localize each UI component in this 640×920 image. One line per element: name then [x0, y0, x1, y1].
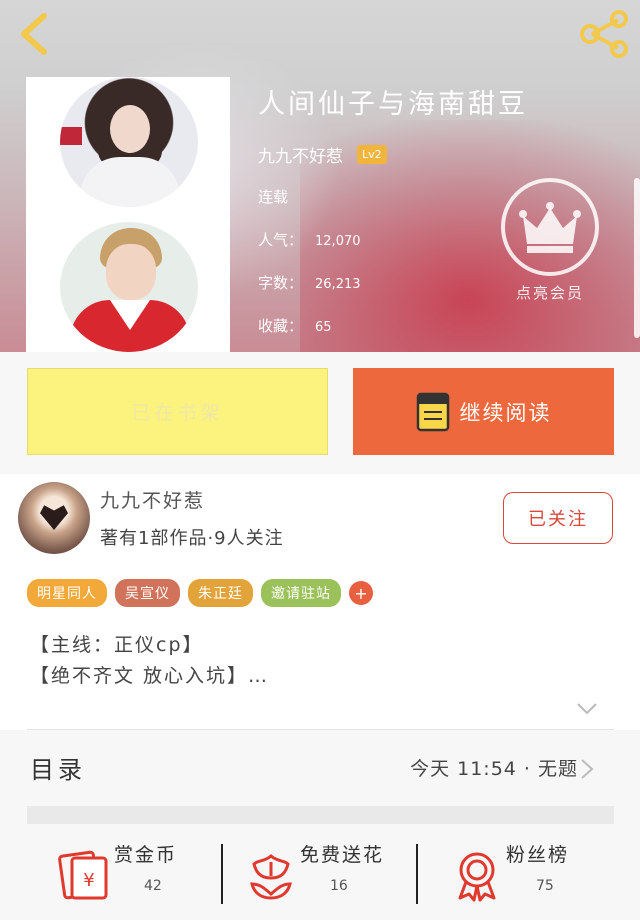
- fan-ranking-count: 75: [536, 878, 554, 894]
- favorites-label: 收藏：: [258, 317, 304, 335]
- add-tag-button[interactable]: +: [349, 581, 373, 605]
- in-bookshelf-button[interactable]: 已在书架: [27, 368, 328, 455]
- popularity-label: 人气：: [258, 231, 304, 249]
- cover-portrait-woman: [60, 77, 198, 207]
- reward-coins-button[interactable]: ¥ 赏金币 42: [58, 840, 248, 904]
- crown-icon: [501, 178, 599, 276]
- divider: [416, 844, 418, 904]
- back-button[interactable]: [14, 10, 58, 58]
- svg-text:¥: ¥: [83, 870, 94, 891]
- fan-ranking-label: 粉丝榜: [506, 844, 570, 866]
- book-header: 人间仙子与海南甜豆 九九不好惹 Lv2 连载 人气： 12,070 字数： 26,2…: [0, 0, 640, 352]
- continue-reading-label: 继续阅读: [459, 400, 552, 425]
- book-author-line: 九九不好惹 Lv2: [258, 142, 387, 167]
- action-bar: 已在书架 继续阅读: [0, 352, 640, 474]
- favorites-value: 65: [315, 320, 332, 335]
- vip-button[interactable]: 点亮会员: [500, 178, 600, 308]
- summary-line: 【绝不齐文 放心入坑】…: [30, 665, 270, 687]
- book-status: 连载: [258, 188, 289, 206]
- divider: [221, 844, 223, 904]
- author-stats: 著有1部作品·9人关注: [100, 528, 284, 549]
- send-flower-button[interactable]: 免费送花 16: [244, 840, 434, 904]
- popularity-row: 人气： 12,070: [258, 229, 361, 250]
- send-flower-label: 免费送花: [300, 844, 385, 866]
- tag-item[interactable]: 邀请驻站: [261, 579, 341, 607]
- scrollbar[interactable]: [634, 178, 640, 338]
- continue-reading-button[interactable]: 继续阅读: [353, 368, 614, 455]
- word-count-row: 字数： 26,213: [258, 272, 361, 293]
- fan-ranking-button[interactable]: 粉丝榜 75: [450, 840, 640, 904]
- author-name[interactable]: 九九不好惹: [100, 486, 205, 513]
- tag-item[interactable]: 明星同人: [27, 579, 107, 607]
- word-count-value: 26,213: [315, 277, 361, 292]
- medal-icon: [458, 852, 496, 902]
- tag-list: 明星同人 吴宣仪 朱正廷 邀请驻站 +: [0, 568, 640, 618]
- cover-portrait-man: [60, 222, 198, 352]
- latest-chapter: 今天 11:54 · 无题: [410, 758, 578, 780]
- book-cover[interactable]: [26, 77, 230, 352]
- catalog-title: 目录: [30, 756, 86, 784]
- tag-item[interactable]: 吴宣仪: [115, 579, 180, 607]
- chevron-right-icon: [581, 759, 594, 779]
- divider: [27, 806, 614, 824]
- follow-button[interactable]: 已关注: [503, 492, 613, 544]
- popularity-value: 12,070: [315, 234, 361, 249]
- chevron-down-icon[interactable]: [576, 702, 598, 716]
- reward-coins-label: 赏金币: [114, 844, 178, 866]
- reward-coins-count: 42: [144, 878, 162, 894]
- support-bar: ¥ 赏金币 42 免费送花 16 粉丝榜 75: [0, 824, 640, 920]
- book-author[interactable]: 九九不好惹: [258, 142, 343, 167]
- book-title: 人间仙子与海南甜豆: [258, 89, 528, 120]
- author-card[interactable]: 九九不好惹 著有1部作品·9人关注 已关注: [0, 474, 640, 568]
- vip-label: 点亮会员: [515, 284, 584, 302]
- send-flower-count: 16: [330, 878, 348, 894]
- word-count-label: 字数：: [258, 274, 304, 292]
- tag-item[interactable]: 朱正廷: [188, 579, 253, 607]
- share-icon: [580, 10, 628, 58]
- avatar[interactable]: [18, 482, 90, 554]
- favorites-row: 收藏： 65: [258, 315, 332, 336]
- chevron-left-icon: [21, 13, 47, 55]
- summary-line: 【主线：正仪cp】: [30, 634, 204, 656]
- red-envelope-icon: ¥: [58, 850, 108, 900]
- author-level-badge: Lv2: [357, 145, 387, 164]
- book-icon: [416, 392, 449, 431]
- flower-icon: [250, 854, 292, 900]
- catalog-row[interactable]: 目录 今天 11:54 · 无题: [0, 730, 640, 802]
- share-button[interactable]: [578, 10, 630, 58]
- book-detail-page: 人间仙子与海南甜豆 九九不好惹 Lv2 连载 人气： 12,070 字数： 26,2…: [0, 0, 640, 920]
- book-summary[interactable]: 【主线：正仪cp】 【绝不齐文 放心入坑】…: [0, 618, 640, 730]
